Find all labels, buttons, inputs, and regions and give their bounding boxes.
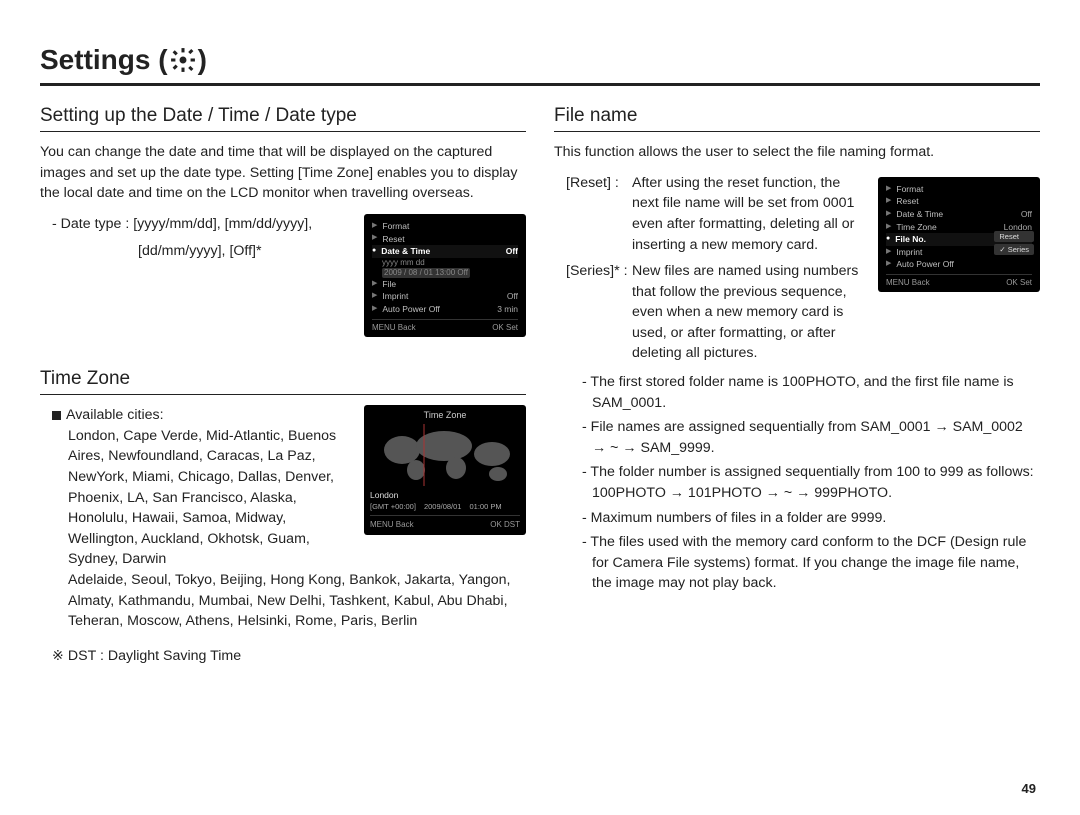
page-title: Settings ( ) bbox=[40, 40, 1040, 86]
bullet-3: - The folder number is assigned sequenti… bbox=[582, 462, 1040, 503]
worldmap-gmt: [GMT +00:00] bbox=[370, 502, 416, 513]
reset-def-body: After using the reset function, the next… bbox=[632, 173, 868, 255]
heading-time-zone: Time Zone bbox=[40, 365, 526, 396]
dst-note: ※DST : Daylight Saving Time bbox=[52, 646, 526, 667]
page-title-suffix: ) bbox=[198, 40, 207, 81]
note-marker-icon: ※ bbox=[52, 648, 64, 664]
date-time-intro: You can change the date and time that wi… bbox=[40, 142, 526, 204]
file-name-intro: This function allows the user to select … bbox=[554, 142, 1040, 163]
worldmap-time: 01:00 PM bbox=[469, 502, 501, 513]
worldmap-date: 2009/08/01 bbox=[424, 502, 462, 513]
bullet-1: - The first stored folder name is 100PHO… bbox=[582, 372, 1040, 413]
square-bullet-icon bbox=[52, 411, 61, 420]
bullet-4: - Maximum numbers of files in a folder a… bbox=[582, 508, 1040, 529]
gear-icon bbox=[170, 47, 196, 73]
lcd-option-reset: Reset bbox=[994, 231, 1034, 242]
page-title-prefix: Settings ( bbox=[40, 40, 168, 81]
series-def-label: [Series]* : bbox=[566, 261, 632, 364]
page-number: 49 bbox=[1022, 780, 1036, 799]
heading-file-name: File name bbox=[554, 102, 1040, 133]
worldmap-title: Time Zone bbox=[370, 409, 520, 422]
bullet-5: - The files used with the memory card co… bbox=[582, 532, 1040, 594]
series-def-body: New files are named using numbers that f… bbox=[632, 261, 868, 364]
worldmap-city: London bbox=[370, 489, 520, 501]
heading-date-time: Setting up the Date / Time / Date type bbox=[40, 102, 526, 133]
cities-list-b: Adelaide, Seoul, Tokyo, Beijing, Hong Ko… bbox=[68, 570, 526, 632]
lcd-screenshot-date-time: ▶Format ▶Reset ●Date & TimeOff yyyy mm d… bbox=[364, 214, 526, 337]
lcd-screenshot-time-zone: Time Zone London bbox=[364, 405, 526, 535]
bullet-2: - File names are assigned sequentially f… bbox=[582, 417, 1040, 458]
lcd-option-series: ✓ Series bbox=[994, 244, 1034, 255]
column-right: File name This function allows the user … bbox=[554, 102, 1040, 667]
reset-def-label: [Reset] : bbox=[566, 173, 632, 255]
lcd-screenshot-file-no: ▶Format ▶Reset ▶Date & TimeOff ▶Time Zon… bbox=[878, 177, 1040, 292]
column-left: Setting up the Date / Time / Date type Y… bbox=[40, 102, 526, 667]
